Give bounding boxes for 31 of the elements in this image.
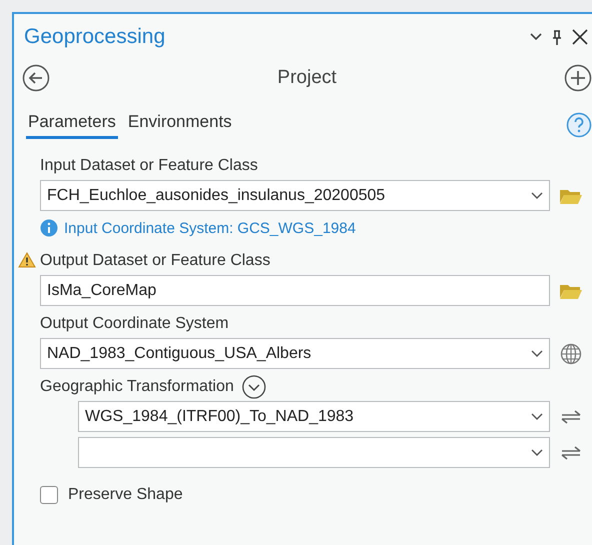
dropdown-field[interactable] — [78, 437, 550, 468]
dropdown-field[interactable]: NAD_1983_Contiguous_USA_Albers — [40, 338, 550, 369]
add-icon[interactable] — [564, 64, 592, 92]
close-icon[interactable] — [572, 29, 588, 45]
pin-icon[interactable] — [552, 30, 562, 44]
checkbox-label: Preserve Shape — [68, 486, 183, 504]
chevron-down-icon[interactable] — [531, 448, 543, 456]
globe-icon[interactable] — [560, 342, 582, 364]
chevron-down-icon[interactable] — [531, 412, 543, 420]
info-message: Input Coordinate System: GCS_WGS_1984 — [64, 220, 356, 236]
swap-arrows-icon[interactable] — [560, 444, 582, 460]
tab[interactable]: Environments — [126, 112, 234, 139]
chevron-down-icon[interactable] — [530, 33, 542, 41]
dropdown-field[interactable]: WGS_1984_(ITRF00)_To_NAD_1983 — [78, 401, 550, 432]
field-label: Output Dataset or Feature Class — [40, 252, 270, 270]
chevron-down-icon[interactable] — [531, 192, 543, 200]
info-icon — [40, 219, 58, 237]
field-label: Input Dataset or Feature Class — [40, 157, 258, 175]
chevron-down-icon[interactable] — [531, 350, 543, 358]
field-label: Geographic Transformation — [40, 378, 234, 396]
tool-name: Project — [276, 67, 338, 89]
expand-toggle-icon[interactable] — [242, 375, 266, 399]
help-icon[interactable] — [566, 112, 592, 138]
checkbox[interactable] — [40, 486, 58, 504]
input-field[interactable]: IsMa_CoreMap — [40, 275, 550, 306]
swap-arrows-icon[interactable] — [560, 408, 582, 424]
dropdown-field[interactable]: FCH_Euchloe_ausonides_insulanus_20200505 — [40, 180, 550, 211]
panel-title: Geoprocessing — [24, 25, 166, 49]
field-label: Output Coordinate System — [40, 315, 229, 333]
tab[interactable]: Parameters — [26, 112, 118, 139]
back-icon[interactable] — [22, 64, 50, 92]
